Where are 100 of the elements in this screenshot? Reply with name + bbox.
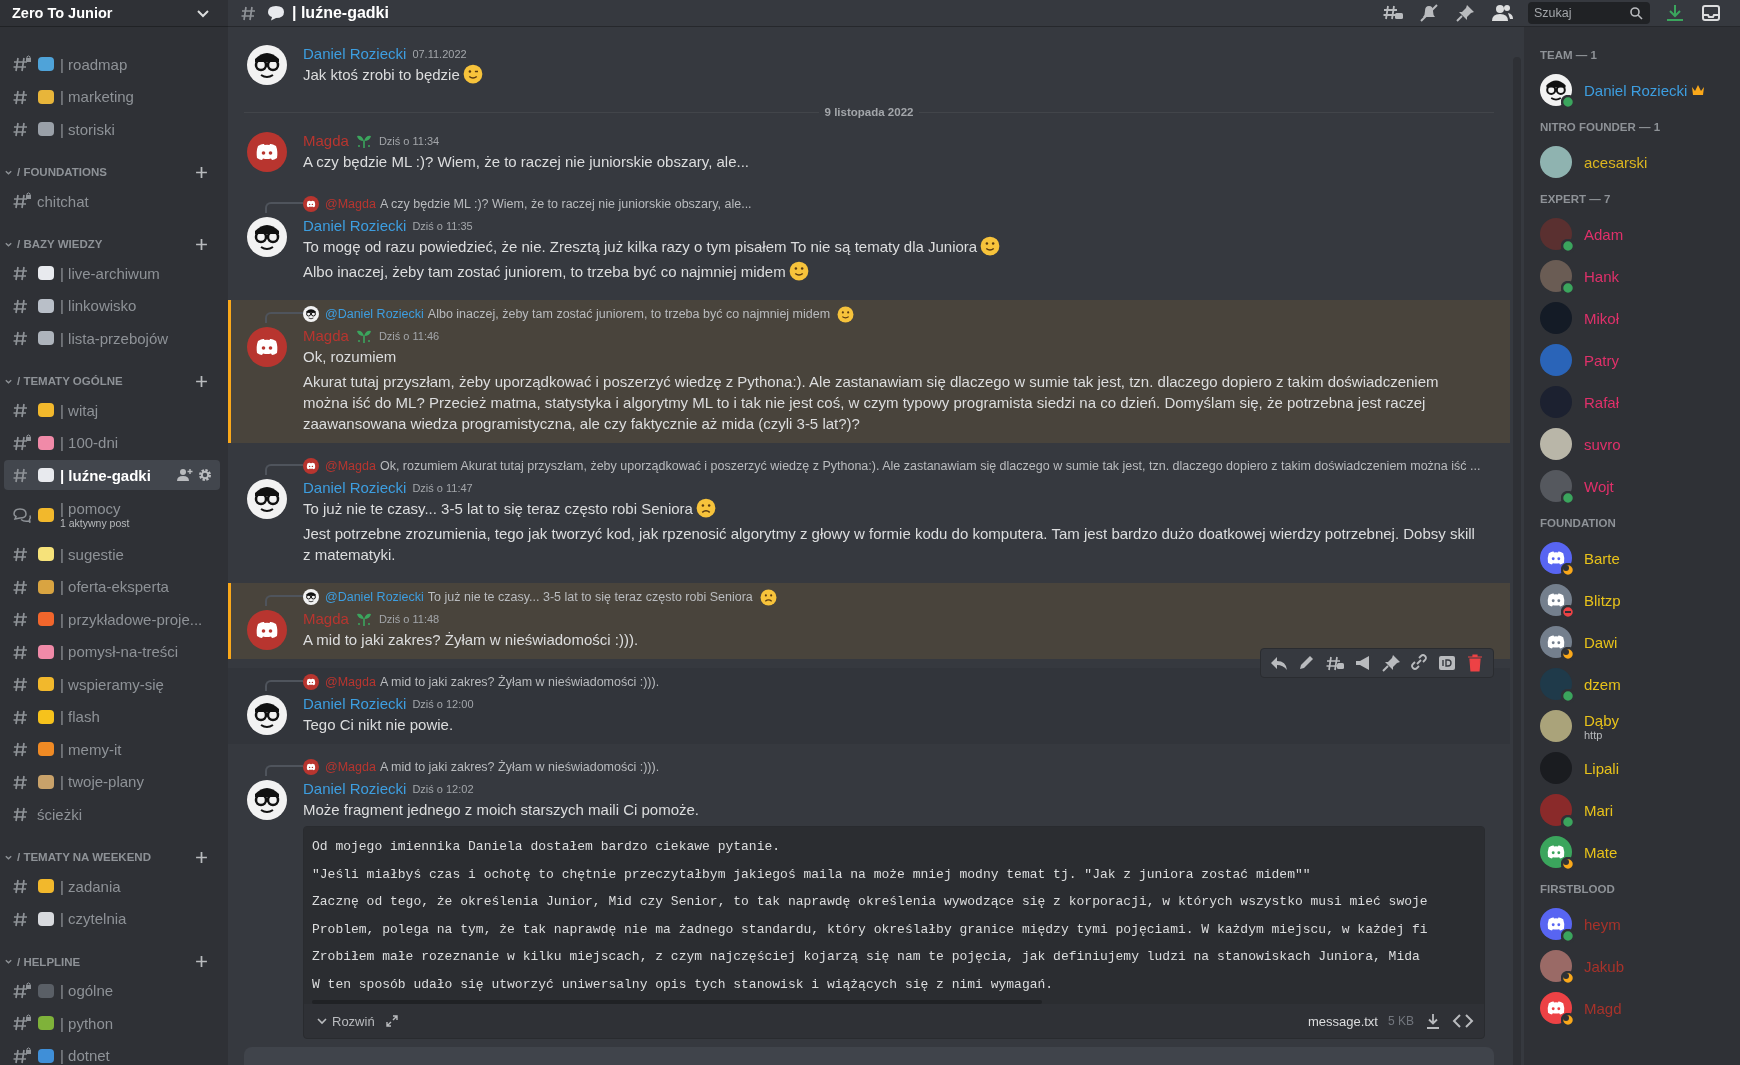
author-name[interactable]: Daniel Roziecki [303,780,407,797]
code-icon[interactable] [1452,1012,1474,1030]
author-name[interactable]: Daniel Roziecki [303,217,407,234]
plus-icon[interactable] [195,237,208,251]
avatar-icon [247,479,287,519]
channel-item[interactable]: | linkowisko [4,290,220,321]
member-item[interactable]: acesarski [1540,141,1740,183]
plus-icon[interactable] [195,955,208,968]
channel-item[interactable]: | luźne-gadki [4,460,220,490]
category-label[interactable]: / HELPLINE [17,955,191,968]
member-item[interactable]: Lipali [1540,747,1740,789]
member-item[interactable]: dzem [1540,663,1740,705]
add-member-icon[interactable] [177,468,193,482]
channel-item[interactable]: | sugestie [4,539,220,569]
category-label[interactable]: / TEMATY OGÓLNE [17,375,191,387]
status-icon [1561,1013,1575,1027]
emoji-face-icon [462,64,483,84]
member-item[interactable]: Mikoł [1540,297,1740,339]
plus-icon[interactable] [195,850,208,864]
reply-text[interactable]: To już nie te czasy... 3-5 lat to się teraz często robi Seniora [427,590,753,604]
category-label[interactable]: / BAZY WIEDZY [17,238,191,250]
channel-item[interactable]: | dotnet [4,1040,220,1065]
channel-item[interactable]: | oferta-eksperta [4,571,220,602]
channel-item[interactable]: | pomysł-na-treści [4,636,220,667]
delete-icon[interactable] [1465,654,1485,672]
thread-icon[interactable] [1325,654,1345,672]
channel-item[interactable]: | twoje-plany [4,766,220,797]
plus-icon[interactable] [195,165,208,179]
fullscreen-icon[interactable] [384,1014,399,1028]
channel-name: ścieżki [37,805,82,823]
channel-item[interactable]: chitchat [4,186,220,216]
channel-item[interactable]: | ogólne [4,975,220,1006]
settings-icon[interactable] [198,468,212,482]
member-item[interactable]: Mari [1540,789,1740,831]
download-icon[interactable] [1664,3,1686,23]
file-line: Problem, polega na tym, że tak naprawdę nie ma żadnego standardu, który określałby granice między tymi pojęciami. W każdym miejscu, w każdej fi [312,920,1429,939]
member-item[interactable]: Blitzp [1540,579,1740,621]
emoji-face-icon [759,588,777,606]
members-icon[interactable] [1490,3,1514,23]
server-header[interactable]: Zero To Junior [0,0,228,27]
channel-item[interactable]: | memy-it [4,734,220,764]
member-item[interactable]: suvro [1540,423,1740,465]
channel-item[interactable]: | roadmap [4,49,220,79]
reply-author[interactable]: @Daniel Roziecki [325,307,424,321]
link-icon[interactable] [1409,654,1429,672]
channel-name: | ogólne [60,982,114,999]
channel-item[interactable]: | python [4,1008,220,1038]
author-name[interactable]: Daniel Roziecki [303,45,407,62]
member-item[interactable]: Wojt [1540,465,1740,507]
channel-item[interactable]: | flash [4,701,220,732]
member-item[interactable]: Rafał [1540,381,1740,423]
message-text: Tego Ci nikt nie powie. [303,716,454,733]
channel-item[interactable]: | 100-dni [4,427,220,458]
member-name: heym [1584,915,1621,933]
reply-text[interactable]: A czy będzie ML :)? Wiem, że to raczej nie juniorskie obszary, ale... [379,197,752,211]
status-icon [1561,647,1575,661]
status-icon [1561,971,1575,985]
reply-text[interactable]: Ok, rozumiem Akurat tutaj przyszłam, żeby uporządkować i poszerzyć wiedzę z Pythona:). Ale zastanawiam się dlaczego w sumie tak jest, tzn. dlaczego dopiero z takim doświadczeniem można iść ... [379,459,1481,473]
channel-item[interactable]: | live-archiwum [4,258,220,288]
channel-item[interactable]: ścieżki [4,799,220,829]
muted-bell-icon[interactable] [1418,3,1440,23]
channel-item[interactable]: | lista-przebojów [4,323,220,353]
category-label[interactable]: / TEMATY NA WEEKEND [17,851,191,863]
category-label[interactable]: / FOUNDATIONS [17,166,191,178]
channel-item[interactable]: | czytelnia [4,903,220,934]
channel-item[interactable]: | marketing [4,81,220,112]
member-item[interactable]: Hank [1540,255,1740,297]
channel-item[interactable]: | witaj [4,395,220,425]
reply-author[interactable]: @Daniel Roziecki [325,590,424,604]
channel-item[interactable]: | pomocy 1 aktywny post [4,492,220,537]
channel-name: | pomocy [60,500,122,517]
channel-name: chitchat [37,192,89,210]
expand-toggle[interactable]: Rozwiń [316,1013,375,1029]
author-name[interactable]: Daniel Roziecki [303,695,407,712]
channel-item[interactable]: | wspieramy-się [4,669,220,699]
channel-item[interactable]: | przykładowe-proje... [4,604,220,634]
member-item[interactable]: Patry [1540,339,1740,381]
pin-icon[interactable] [1381,654,1401,672]
reply-text[interactable]: A mid to jaki zakres? Żyłam w nieświadomości :))). [379,675,660,689]
member-item[interactable]: Daniel Roziecki [1540,69,1740,111]
channel-item[interactable]: | zadania [4,871,220,901]
member-item[interactable]: Barte [1540,537,1740,579]
member-item[interactable]: Dawi [1540,621,1740,663]
plus-icon[interactable] [195,374,208,388]
member-item[interactable]: Adam [1540,213,1740,255]
reply-text[interactable]: A mid to jaki zakres? Żyłam w nieświadomości :))). [379,760,660,774]
reply-text[interactable]: Albo inaczej, żeby tam zostać juniorem, to trzeba być co najmniej midem [427,307,831,321]
inbox-icon[interactable] [1700,3,1722,23]
avatar-icon [247,327,287,367]
author-name[interactable]: Daniel Roziecki [303,479,407,496]
channel-item[interactable]: | storiski [4,114,220,144]
search-field[interactable]: Szukaj [1528,2,1650,24]
timestamp: Dziś o 12:02 [412,782,474,795]
download-icon[interactable] [1424,1012,1442,1030]
id-icon[interactable] [1437,654,1457,672]
file-line: Od mojego imiennika Daniela dostałem bardzo ciekawe pytanie. [312,838,782,856]
pin-icon[interactable] [1454,3,1476,23]
member-item[interactable]: Dąby http [1540,705,1740,747]
member-item[interactable]: Mate [1540,831,1740,873]
channel-title: | luźne-gadki [292,4,389,22]
